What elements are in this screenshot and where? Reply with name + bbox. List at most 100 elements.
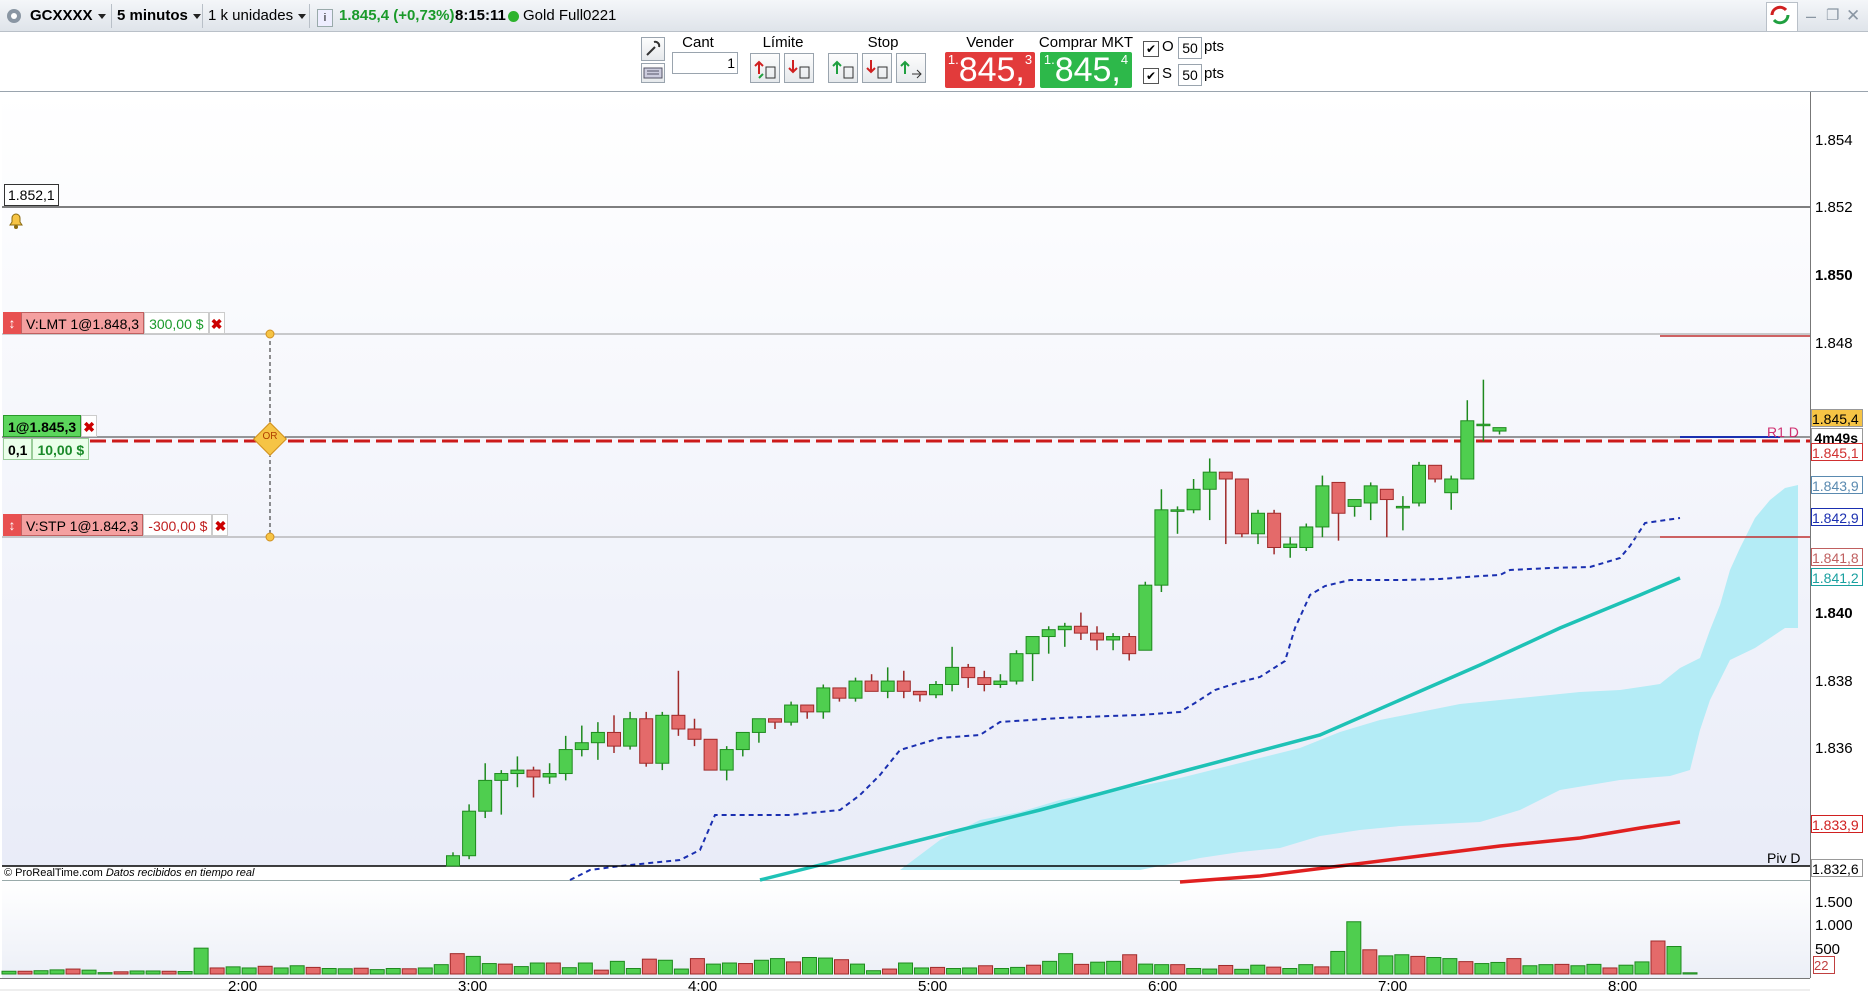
close-icon[interactable]: ✖ [208, 312, 225, 334]
volume-bar [898, 962, 914, 975]
candle [639, 718, 654, 764]
bell-icon[interactable] [6, 210, 26, 230]
y-tick: 1.836 [1815, 740, 1853, 757]
candle [703, 738, 718, 771]
stop-order-pnl: -300,00 $ [143, 514, 213, 536]
volume-bar [1522, 965, 1538, 975]
volume-bar [609, 960, 625, 975]
candle [768, 718, 782, 723]
candle [1299, 526, 1314, 548]
alert-price-label[interactable]: 1.852,1 [4, 184, 59, 206]
volume-bar [705, 963, 721, 975]
candle [1025, 636, 1040, 655]
volume-bar [33, 970, 49, 975]
volume-bar [866, 970, 882, 975]
volume-bar [1666, 946, 1682, 975]
limit-handle[interactable] [265, 329, 275, 339]
price-tag: 1.841,8 [1811, 548, 1863, 566]
candle [671, 714, 686, 730]
drag-handle-icon[interactable]: ↕ [3, 312, 21, 334]
candle [1412, 464, 1426, 504]
copyright-text: © ProRealTime.com Datos recibidos en tie… [4, 867, 254, 879]
volume-bar [1330, 950, 1346, 975]
candle [655, 714, 670, 764]
volume-bar [657, 959, 673, 975]
candle [912, 690, 927, 696]
candle [542, 773, 557, 778]
volume-bar [625, 968, 641, 975]
volume-bar [273, 967, 289, 975]
volume-bar [1202, 968, 1218, 975]
volume-bar [1138, 963, 1154, 975]
close-icon[interactable]: ✖ [212, 514, 229, 536]
candle [1460, 420, 1475, 480]
candle [1283, 543, 1298, 548]
candle [1395, 505, 1410, 509]
candle [1041, 629, 1056, 638]
volume-bar [177, 971, 193, 975]
stop-order-tag[interactable]: ↕ V:STP 1@1.842,3 -300,00 $ ✖ [3, 514, 229, 536]
candle [1492, 427, 1507, 432]
candle [1138, 584, 1153, 651]
stop-handle[interactable] [265, 532, 275, 542]
vol-tick: 1.500 [1815, 894, 1853, 911]
candle [1444, 478, 1459, 494]
volume-bar [673, 968, 689, 975]
volume-bar [337, 968, 353, 975]
candle [1009, 653, 1024, 682]
drag-handle-icon[interactable]: ↕ [3, 514, 21, 536]
volume-bar [433, 964, 449, 975]
volume-bar [1010, 966, 1026, 975]
r1-label: R1 D [1767, 424, 1799, 440]
candle [1347, 499, 1362, 507]
pivot-label: Piv D [1767, 850, 1801, 866]
candle [880, 680, 895, 692]
candle [590, 731, 605, 744]
candle [526, 769, 541, 778]
chart-overlays [0, 206, 1810, 991]
volume-bar [1442, 958, 1458, 975]
volume-bar [1570, 965, 1586, 975]
price-tag: 1.845,1 [1811, 443, 1863, 461]
volume-bar [129, 970, 145, 975]
volume-bar [193, 947, 209, 975]
volume-bar [113, 971, 129, 975]
candle [494, 773, 509, 781]
candle [1476, 423, 1491, 427]
volume-bar [1074, 963, 1090, 975]
volume-bar [978, 965, 994, 975]
close-icon[interactable]: ✖ [81, 415, 98, 437]
position-qty: 0,1 [3, 438, 33, 460]
candle [1170, 509, 1185, 512]
volume-bar [1154, 964, 1170, 975]
candle [929, 683, 943, 696]
candle [1186, 488, 1201, 511]
y-tick: 1.848 [1815, 335, 1853, 352]
time-tick: 7:00 [1378, 978, 1408, 995]
candle [832, 687, 847, 699]
position-tag[interactable]: 1@1.845,3 ✖ [3, 415, 98, 437]
candle [607, 731, 621, 747]
volume-bar [529, 962, 545, 975]
volume-bar [801, 957, 817, 975]
candle [1379, 488, 1394, 501]
volume-bar [689, 958, 705, 975]
y-tick: 1.854 [1815, 132, 1853, 149]
candle [1315, 485, 1330, 528]
volume-bar [1490, 961, 1506, 975]
volume-bar [1042, 960, 1058, 975]
volume-bar [417, 967, 433, 975]
volume-bar [1346, 921, 1362, 975]
candle [816, 687, 831, 713]
candle [558, 749, 573, 775]
candle [1363, 485, 1378, 504]
volume-bar [145, 970, 161, 975]
limit-order-tag[interactable]: ↕ V:LMT 1@1.848,3 300,00 $ ✖ [3, 312, 225, 334]
limit-order-pnl: 300,00 $ [144, 312, 209, 334]
volume-bar [721, 962, 737, 975]
y-tick: 1.840 [1815, 605, 1853, 622]
volume-bar [817, 957, 833, 975]
candle [1090, 632, 1104, 641]
volume-bar [401, 968, 417, 975]
volume-bar [1394, 954, 1410, 975]
